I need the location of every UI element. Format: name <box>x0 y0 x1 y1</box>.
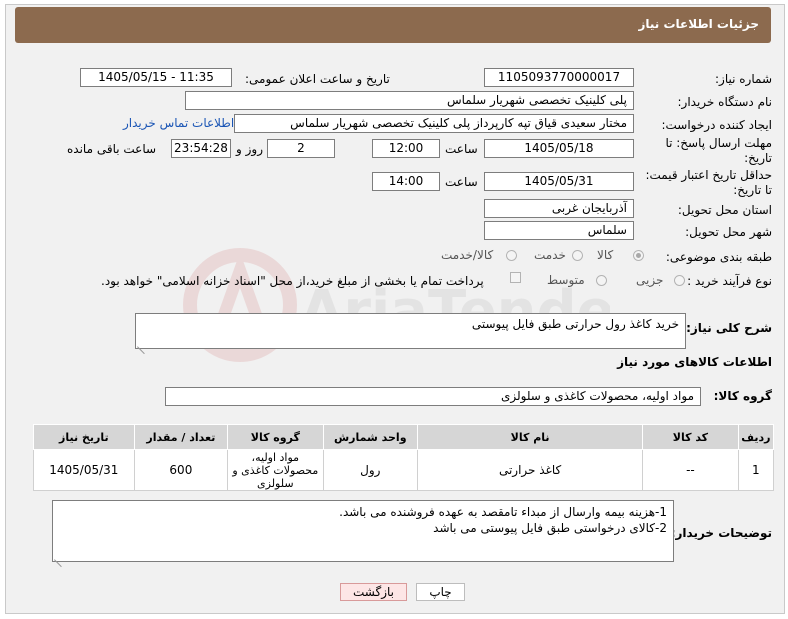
description-label: شرح کلی نیاز: <box>686 321 772 335</box>
province-field: آذربایجان غربی <box>484 199 634 218</box>
purchase-radio-minor[interactable] <box>674 275 685 286</box>
price-validity-label: حداقل تاریخ اعتبار قیمت: <box>645 168 772 182</box>
buyer-org-label: نام دستگاه خریدار: <box>677 95 773 109</box>
goods-group-field: مواد اولیه، محصولات کاغذی و سلولزی <box>165 387 701 406</box>
cell-row: 1 <box>737 449 775 491</box>
col-name: نام کالا <box>416 424 644 450</box>
col-quantity: تعداد / مقدار <box>133 424 229 450</box>
reply-time-field: 12:00 <box>372 139 440 158</box>
category-radio-goods[interactable] <box>633 250 644 261</box>
category-radio-service[interactable] <box>572 250 583 261</box>
col-code: کد کالا <box>642 424 739 450</box>
col-need-date: تاریخ نیاز <box>33 424 135 450</box>
purchase-option-minor: جزیی <box>636 273 664 287</box>
days-label: روز و <box>236 142 263 156</box>
need-number-field: 1105093770000017 <box>484 68 634 87</box>
buyer-contact-link[interactable]: اطلاعات تماس خریدار <box>123 116 234 130</box>
price-time-field: 14:00 <box>372 172 440 191</box>
goods-group-label: گروه کالا: <box>713 389 772 403</box>
resize-grip-icon[interactable] <box>54 552 62 560</box>
col-unit: واحد شمارش <box>322 424 418 450</box>
goods-section-title: اطلاعات کالاهای مورد نیاز <box>617 355 772 369</box>
buyer-notes-line-1: 1-هزینه بیمه وارسال از مبداء تامقصد به ع… <box>339 505 667 519</box>
requester-field: مختار سعیدی قیاق تپه کارپرداز پلی کلینیک… <box>234 114 634 133</box>
buyer-notes-line-2: 2-کالای درخواستی طبق فایل پیوستی می باشد <box>433 521 667 535</box>
city-field: سلماس <box>484 221 634 240</box>
cell-name: کاغذ حرارتی <box>416 449 644 491</box>
category-option-goods: کالا <box>597 248 614 262</box>
cell-unit: رول <box>322 449 418 491</box>
category-label: طبقه بندی موضوعی: <box>665 250 772 264</box>
purchase-radio-medium[interactable] <box>596 275 607 286</box>
buyer-notes-label: توضیحات خریدار: <box>670 526 772 540</box>
cell-code: -- <box>642 449 739 491</box>
province-label: استان محل تحویل: <box>677 203 772 217</box>
treasury-payment-note: پرداخت تمام یا بخشی از مبلغ خرید،از محل … <box>101 274 484 288</box>
table-row: 1405/05/31 600 مواد اولیه، محصولات کاغذی… <box>33 449 775 491</box>
price-time-label: ساعت <box>445 175 478 189</box>
page-title: جزئیات اطلاعات نیاز <box>638 17 759 31</box>
purchase-option-medium: متوسط <box>547 273 585 287</box>
category-radio-both[interactable] <box>506 250 517 261</box>
reply-deadline-label: مهلت ارسال پاسخ: تا <box>665 136 772 150</box>
back-button[interactable]: بازگشت <box>340 583 407 601</box>
announce-datetime-field: 1405/05/15 - 11:35 <box>80 68 232 87</box>
reply-deadline-label-2: تاریخ: <box>744 151 772 165</box>
price-date-field: 1405/05/31 <box>484 172 634 191</box>
col-row: ردیف <box>737 424 775 450</box>
description-text: خرید کاغذ رول حرارتی طبق فایل پیوستی <box>471 317 679 331</box>
remaining-label: ساعت باقی مانده <box>67 142 157 156</box>
announce-datetime-label: تاریخ و ساعت اعلان عمومی: <box>245 72 390 86</box>
city-label: شهر محل تحویل: <box>685 225 772 239</box>
cell-need-date: 1405/05/31 <box>33 449 135 491</box>
reply-time-label: ساعت <box>445 142 478 156</box>
purchase-type-label: نوع فرآیند خرید : <box>687 274 772 288</box>
col-group: گروه کالا <box>227 424 324 450</box>
remaining-time-field: 23:54:28 <box>171 139 231 158</box>
category-option-service: خدمت <box>534 248 566 262</box>
print-button[interactable]: چاپ <box>416 583 465 601</box>
resize-grip-icon[interactable] <box>137 339 145 347</box>
cell-group: مواد اولیه، محصولات کاغذی و سلولزی <box>227 449 324 491</box>
goods-table: تاریخ نیاز تعداد / مقدار گروه کالا واحد … <box>33 424 775 491</box>
category-option-both: کالا/خدمت <box>441 248 494 262</box>
days-field: 2 <box>267 139 335 158</box>
requester-label: ایجاد کننده درخواست: <box>661 118 772 132</box>
treasury-payment-checkbox[interactable] <box>510 272 521 283</box>
buyer-org-field: پلی کلینیک تخصصی شهریار سلماس <box>185 91 634 110</box>
price-validity-label-2: تا تاریخ: <box>733 183 772 197</box>
need-number-label: شماره نیاز: <box>715 72 772 86</box>
reply-date-field: 1405/05/18 <box>484 139 634 158</box>
goods-table-header: تاریخ نیاز تعداد / مقدار گروه کالا واحد … <box>33 424 775 450</box>
buyer-notes-textarea[interactable]: 1-هزینه بیمه وارسال از مبداء تامقصد به ع… <box>52 500 674 562</box>
page-header: جزئیات اطلاعات نیاز <box>15 7 771 43</box>
description-textarea[interactable]: خرید کاغذ رول حرارتی طبق فایل پیوستی <box>135 313 686 349</box>
cell-quantity: 600 <box>133 449 229 491</box>
